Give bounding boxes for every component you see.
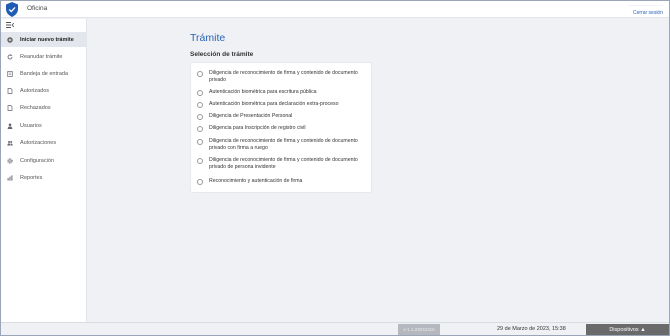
tramite-option[interactable]: Diligencia de Presentación Personal [197, 113, 369, 120]
sidebar-item-label: Usuarios [20, 122, 42, 129]
sidebar-item-label: Reportes [20, 174, 43, 181]
option-label: Diligencia de reconocimiento de firma y … [209, 70, 358, 83]
gear-icon [7, 157, 13, 164]
user-icon [7, 123, 13, 129]
sidebar-item-label: Iniciar nuevo trámite [20, 36, 74, 43]
tramite-option[interactable]: Diligencia de reconocimiento de firma y … [197, 157, 369, 171]
radio-button[interactable] [197, 114, 203, 120]
document-icon [7, 87, 13, 94]
tramite-option[interactable]: Diligencia de reconocimiento de firma y … [197, 70, 369, 84]
option-label: Diligencia de reconocimiento de firma y … [209, 157, 358, 170]
sidebar-item-reanudar-tramite[interactable]: Reanudar trámite [1, 49, 87, 64]
section-title: Selección de trámite [190, 51, 254, 58]
sidebar-item-autorizaciones[interactable]: Autorizaciones [1, 135, 87, 150]
version-badge: v-1.1.23032316 [398, 324, 440, 335]
radio-button[interactable] [197, 90, 203, 96]
sidebar-item-rechazados[interactable]: Rechazados [1, 100, 87, 115]
devices-button[interactable]: Dispositivos ▲ [586, 324, 669, 335]
option-label: Autenticación biométrica para escritura … [209, 89, 317, 95]
sidebar-item-label: Configuración [20, 157, 54, 164]
inbox-icon [7, 70, 13, 77]
datetime-label: 29 de Marzo de 2023, 15:38 [497, 326, 566, 332]
chart-icon [7, 174, 13, 181]
option-label: Diligencia de reconocimiento de firma y … [209, 138, 358, 151]
sidebar-item-label: Bandeja de entrada [20, 70, 69, 77]
shield-logo-icon [6, 2, 18, 17]
radio-button[interactable] [197, 126, 203, 132]
tramite-option[interactable]: Diligencia de reconocimiento de firma y … [197, 138, 369, 152]
user-block: ···················· Cerrar sesión [628, 3, 663, 16]
status-footer: v-1.1.23032316 29 de Marzo de 2023, 15:3… [1, 322, 669, 335]
option-label: Reconocimiento y autenticación de firma [209, 178, 303, 184]
page-title: Trámite [190, 32, 226, 44]
radio-button[interactable] [197, 158, 203, 164]
radio-button[interactable] [197, 179, 203, 185]
menu-collapse-icon[interactable] [6, 22, 14, 28]
sidebar-item-usuarios[interactable]: Usuarios [1, 118, 87, 133]
radio-button[interactable] [197, 71, 203, 77]
logout-link[interactable]: Cerrar sesión [628, 10, 663, 16]
sidebar-item-bandeja-de-entrada[interactable]: Bandeja de entrada [1, 66, 87, 81]
option-label: Diligencia de Presentación Personal [209, 113, 293, 119]
tramite-options-card: Diligencia de reconocimiento de firma y … [190, 62, 372, 193]
users-icon [7, 140, 13, 146]
tramite-option[interactable]: Reconocimiento y autenticación de firma [197, 178, 369, 185]
sidebar-item-label: Rechazados [20, 104, 51, 111]
sidebar-item-autorizados[interactable]: Autorizados [1, 83, 87, 98]
sidebar-item-configuracion[interactable]: Configuración [1, 153, 87, 168]
radio-button[interactable] [197, 139, 203, 145]
sidebar-item-reportes[interactable]: Reportes [1, 170, 87, 185]
option-label: Autenticación biométrica para declaració… [209, 101, 339, 107]
document-icon [7, 104, 13, 111]
sidebar-item-label: Reanudar trámite [20, 53, 63, 60]
option-label: Diligencia para Inscripción de registro … [209, 125, 306, 131]
tramite-option[interactable]: Diligencia para Inscripción de registro … [197, 125, 369, 132]
refresh-icon [7, 53, 13, 60]
radio-button[interactable] [197, 102, 203, 108]
top-header: Oficina ···················· Cerrar sesi… [1, 1, 669, 18]
office-label: Oficina [27, 5, 48, 12]
tramite-option[interactable]: Autenticación biométrica para declaració… [197, 101, 369, 108]
sidebar-item-iniciar-nuevo-tramite[interactable]: Iniciar nuevo trámite [1, 32, 87, 47]
plus-circle-icon [7, 36, 13, 43]
user-name: ···················· [627, 3, 663, 9]
sidebar-item-label: Autorizados [20, 87, 50, 94]
tramite-option[interactable]: Autenticación biométrica para escritura … [197, 89, 369, 96]
sidebar: Iniciar nuevo trámite Reanudar trámite B… [1, 19, 87, 335]
sidebar-item-label: Autorizaciones [20, 139, 57, 146]
